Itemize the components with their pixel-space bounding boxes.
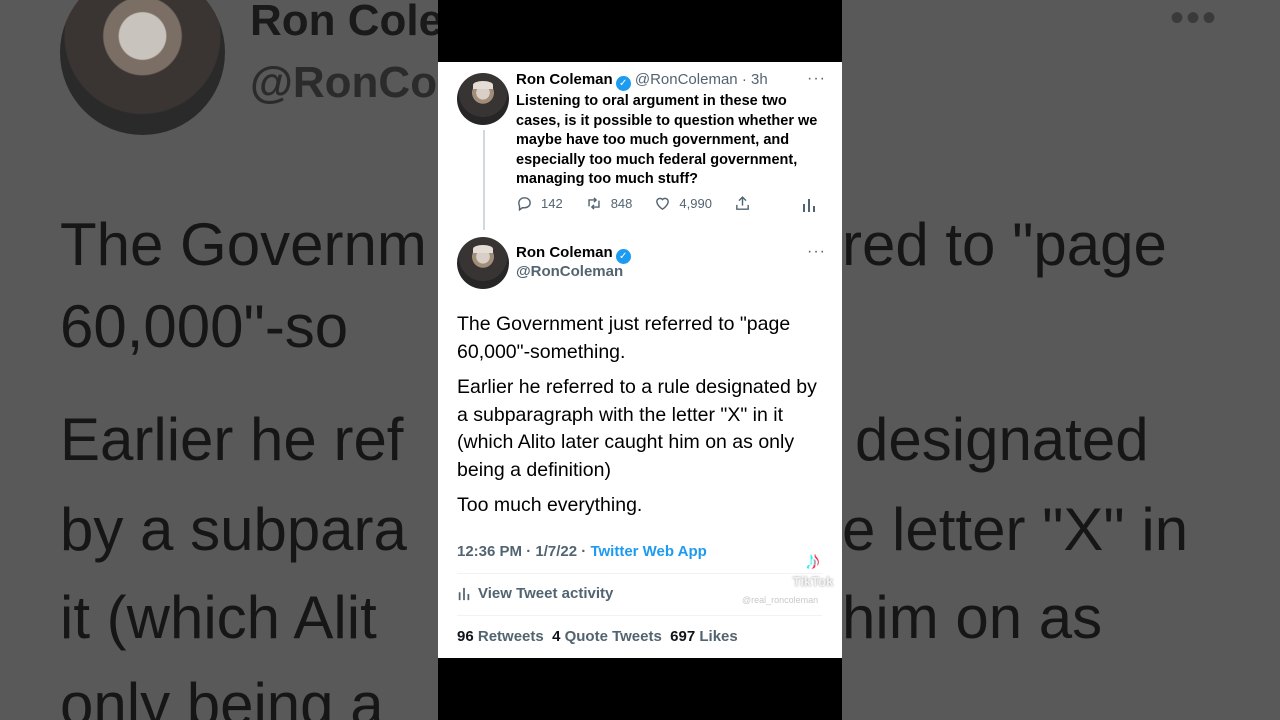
quote-tweets-stat[interactable]: 4 Quote Tweets bbox=[552, 628, 662, 645]
tiktok-username: @real_roncoleman bbox=[742, 595, 819, 605]
share-button[interactable] bbox=[734, 195, 751, 212]
separator: · bbox=[741, 71, 747, 88]
tweet2-text: The Government just referred to "page 60… bbox=[457, 311, 829, 528]
tweet2-author: Ron Coleman ✓ bbox=[516, 244, 631, 264]
more-options-icon[interactable]: ··· bbox=[807, 243, 826, 261]
tweet-paragraph: The Government just referred to "page 60… bbox=[457, 313, 791, 363]
background-line: by a subpara bbox=[60, 496, 407, 563]
background-line: The Governm bbox=[60, 211, 427, 278]
tweet-paragraph: Too much everything. bbox=[457, 494, 643, 516]
tweet-time[interactable]: 3h bbox=[751, 71, 768, 88]
view-tweet-activity-link[interactable]: View Tweet activity bbox=[457, 585, 613, 602]
like-count: 4,990 bbox=[679, 196, 712, 211]
background-line: Earlier he ref bbox=[60, 406, 404, 473]
retweet-button[interactable]: 848 bbox=[585, 195, 633, 212]
like-button[interactable]: 4,990 bbox=[654, 195, 712, 212]
background-line: 60,000"-so bbox=[60, 293, 349, 360]
background-avatar bbox=[60, 0, 225, 135]
reply-button[interactable]: 142 bbox=[516, 195, 563, 212]
background-line: only being a bbox=[60, 671, 384, 720]
tweet-paragraph: Earlier he referred to a rule designated… bbox=[457, 376, 817, 481]
likes-count: 697 bbox=[670, 628, 696, 645]
separator: · bbox=[526, 543, 532, 560]
tiktok-watermark: ♪ TikTok bbox=[790, 546, 836, 589]
thread-line bbox=[483, 130, 485, 230]
analytics-icon[interactable] bbox=[801, 197, 817, 213]
retweets-stat[interactable]: 96 Retweets bbox=[457, 628, 544, 645]
tiktok-logo-icon: ♪ bbox=[806, 545, 820, 575]
likes-label: Likes bbox=[699, 628, 738, 645]
background-line: red to "page bbox=[842, 211, 1167, 278]
background-name: Ron Cole bbox=[250, 0, 444, 45]
background-line: it (which Alit bbox=[60, 584, 377, 651]
heart-icon bbox=[656, 197, 670, 211]
tweet1-header: Ron Coleman ✓ @RonColeman · 3h bbox=[516, 71, 768, 91]
author-name[interactable]: Ron Coleman bbox=[516, 244, 613, 261]
author-name[interactable]: Ron Coleman bbox=[516, 71, 613, 88]
verified-badge-icon: ✓ bbox=[615, 76, 631, 91]
tweet-metadata: 12:36 PM · 1/7/22 · Twitter Web App bbox=[457, 543, 707, 560]
analytics-icon bbox=[458, 587, 470, 600]
activity-label: View Tweet activity bbox=[478, 585, 614, 602]
avatar[interactable] bbox=[457, 237, 509, 289]
author-handle[interactable]: @RonColeman bbox=[635, 71, 738, 88]
retweet-count: 848 bbox=[610, 196, 633, 211]
share-icon bbox=[736, 196, 749, 210]
tweet-time[interactable]: 12:36 PM bbox=[457, 543, 522, 560]
background-handle: @RonCo bbox=[250, 58, 438, 107]
author-handle[interactable]: @RonColeman bbox=[516, 263, 623, 280]
tweet-source-link[interactable]: Twitter Web App bbox=[590, 543, 706, 560]
separator: · bbox=[581, 543, 587, 560]
tweet1-actions: 142 848 4,990 bbox=[516, 195, 773, 212]
tweet1-text: Listening to oral argument in these two … bbox=[516, 93, 818, 187]
background-line: designated bbox=[855, 406, 1149, 473]
divider bbox=[457, 573, 822, 574]
retweet-icon bbox=[588, 197, 600, 210]
background-line: e letter "X" in bbox=[842, 496, 1189, 563]
background-more-icon: ••• bbox=[1170, 0, 1219, 40]
avatar[interactable] bbox=[457, 73, 509, 125]
quotes-label: Quote Tweets bbox=[564, 628, 662, 645]
retweets-count: 96 bbox=[457, 628, 474, 645]
quotes-count: 4 bbox=[552, 628, 561, 645]
likes-stat[interactable]: 697 Likes bbox=[670, 628, 738, 645]
reply-count: 142 bbox=[541, 196, 563, 211]
retweets-label: Retweets bbox=[477, 628, 544, 645]
divider bbox=[457, 615, 822, 616]
more-options-icon[interactable]: ··· bbox=[807, 70, 826, 88]
reply-icon bbox=[518, 197, 531, 212]
background-line: him on as bbox=[842, 584, 1103, 651]
tiktok-brand: TikTok bbox=[792, 574, 834, 589]
tweet-stats: 96 Retweets 4 Quote Tweets 697 Likes bbox=[457, 628, 738, 645]
verified-badge-icon: ✓ bbox=[615, 249, 631, 264]
tweet-date[interactable]: 1/7/22 bbox=[535, 543, 577, 560]
